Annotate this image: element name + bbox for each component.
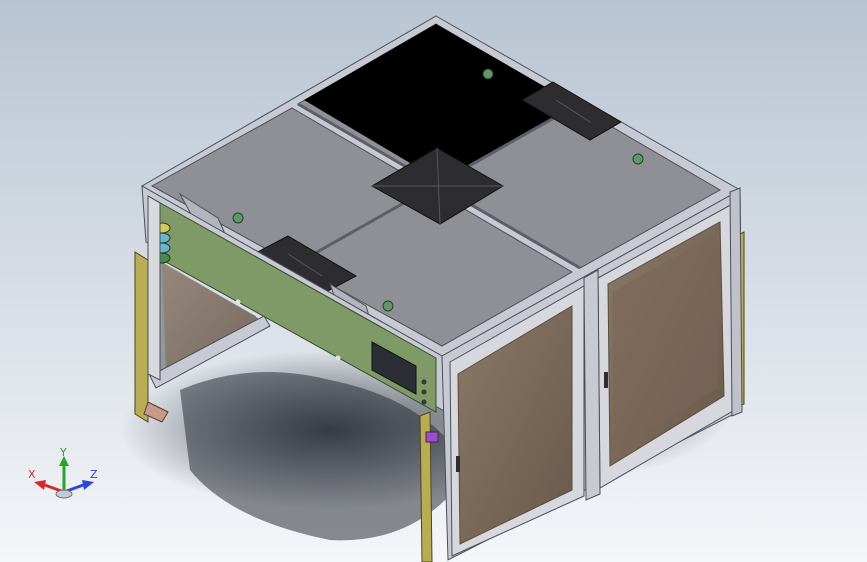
control-led [335, 355, 341, 361]
right-corner-upright [729, 187, 743, 417]
x-axis-label: X [28, 468, 36, 481]
orientation-triad[interactable]: Y X Z [26, 448, 106, 506]
cad-viewport[interactable]: Y X Z [0, 0, 867, 562]
x-axis: X [28, 468, 65, 494]
left-back-leg [147, 195, 161, 381]
control-button[interactable] [421, 399, 427, 405]
y-axis: Y [59, 448, 69, 492]
z-axis-label: Z [90, 468, 98, 481]
control-led [235, 299, 241, 305]
z-axis: Z [63, 468, 98, 494]
top-hole [232, 212, 244, 224]
triad-origin [55, 489, 73, 499]
control-button[interactable] [421, 379, 427, 385]
door-handle[interactable] [604, 372, 608, 388]
enclosure-3d-model[interactable] [0, 0, 867, 562]
top-hole [482, 68, 494, 80]
top-hole [382, 300, 394, 312]
control-button[interactable] [421, 389, 427, 395]
y-axis-label: Y [59, 448, 67, 459]
latch-bracket [425, 431, 439, 443]
door-handle[interactable] [456, 456, 460, 472]
center-post [583, 269, 601, 501]
left-front-leg [134, 251, 149, 423]
top-hole [632, 153, 644, 165]
